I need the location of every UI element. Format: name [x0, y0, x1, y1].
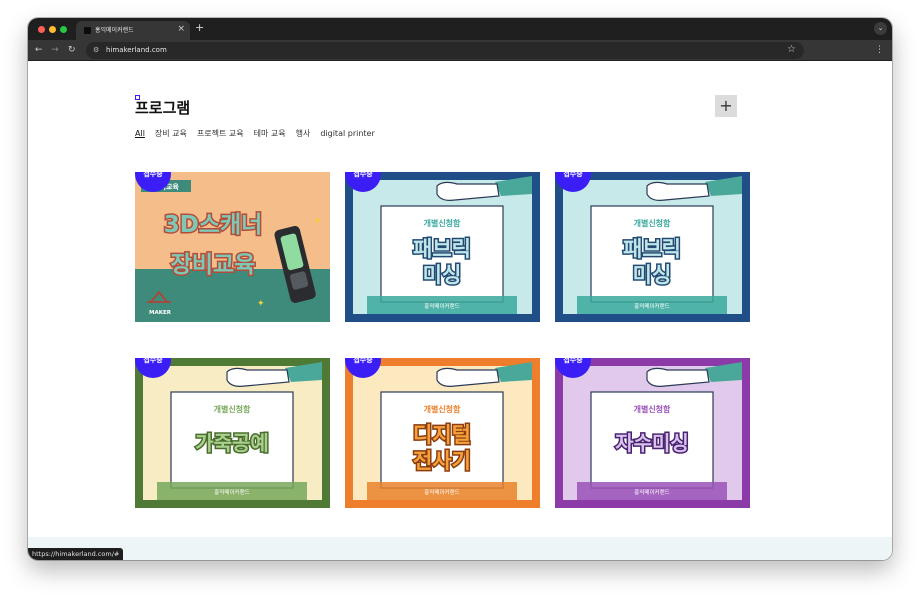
footer-band	[28, 537, 892, 560]
program-thumbnail: 장비교육 3D스캐너 장비교육 ✦ ✦ MAKER	[135, 172, 330, 322]
program-thumbnail: 개별신청함가죽공예홍익메이커랜드	[135, 358, 330, 508]
thumb-title-line1: 패브릭	[623, 237, 681, 261]
address-bar[interactable]: ⚙ himakerland.com ☆	[86, 42, 804, 59]
thumb-footer: 홍익메이커랜드	[424, 488, 459, 496]
maximize-window-button[interactable]	[60, 26, 67, 33]
new-tab-button[interactable]: +	[195, 21, 204, 35]
maker-logo: MAKER	[149, 310, 172, 316]
browser-toolbar: ← → ↻ ⚙ himakerland.com ☆ ⋮	[28, 40, 892, 61]
tab-search-icon[interactable]: ⌄	[874, 22, 887, 35]
favicon-icon	[84, 27, 91, 34]
thumb-kind: 개별신청함	[634, 404, 671, 414]
thumb-title-line2: 전사기	[413, 449, 471, 473]
thumb-kind: 개별신청함	[424, 218, 461, 228]
thumb-footer: 홍익메이커랜드	[634, 488, 669, 496]
browser-window: 홍익메이커랜드 × + ⌄ ← → ↻ ⚙ himakerland.com ☆ …	[28, 18, 892, 560]
thumb-title-line1: 패브릭	[413, 237, 471, 261]
site-settings-icon[interactable]: ⚙	[93, 44, 99, 57]
browser-menu-icon[interactable]: ⋮	[875, 43, 884, 57]
back-arrow-icon[interactable]: ←	[35, 43, 43, 57]
thumb-kind: 개별신청함	[634, 218, 671, 228]
program-card-digital-transfer[interactable]: 개별신청함 디지털 전사기 홍익메이커랜드 접수중	[345, 358, 540, 508]
thumb-footer: 홍익메이커랜드	[214, 488, 249, 496]
program-thumbnail: 개별신청함패브릭미싱홍익메이커랜드	[555, 172, 750, 322]
category-filters: All 장비 교육 프로젝트 교육 테마 교육 행사 digital print…	[135, 128, 375, 140]
filter-events[interactable]: 행사	[296, 128, 311, 140]
thumb-kind: 개별신청함	[424, 404, 461, 414]
thumb-title-line2: 장비교육	[171, 252, 256, 278]
filter-all[interactable]: All	[135, 128, 145, 140]
page-content: 프로그램 + All 장비 교육 프로젝트 교육 테마 교육 행사 digita…	[28, 61, 892, 560]
filter-digital-printer[interactable]: digital printer	[320, 128, 374, 140]
thumb-title-line1: 3D스캐너	[164, 212, 263, 238]
minimize-window-button[interactable]	[49, 26, 56, 33]
program-thumbnail: 개별신청함자수미싱홍익메이커랜드	[555, 358, 750, 508]
thumb-title-line1: 자수미싱	[615, 431, 689, 455]
page-title: 프로그램	[135, 99, 191, 117]
program-card-3d-scanner[interactable]: 장비교육 3D스캐너 장비교육 ✦ ✦ MAKER 접수중	[135, 172, 330, 322]
program-thumbnail: 개별신청함패브릭미싱홍익메이커랜드	[345, 172, 540, 322]
add-program-button[interactable]: +	[715, 95, 737, 117]
active-tab[interactable]: 홍익메이커랜드 ×	[76, 21, 190, 40]
thumb-footer: 홍익메이커랜드	[424, 302, 459, 310]
program-card-fabric-sewing-2[interactable]: 개별신청함 패브릭 미싱 홍익메이커랜드 접수중	[555, 172, 750, 322]
program-thumbnail: 개별신청함디지털전사기홍익메이커랜드	[345, 358, 540, 508]
tab-close-icon[interactable]: ×	[177, 23, 185, 35]
filter-equipment-training[interactable]: 장비 교육	[155, 128, 187, 140]
thumb-kind: 개별신청함	[214, 404, 251, 414]
program-card-fabric-sewing[interactable]: 개별신청함 패브릭 미싱 홍익메이커랜드 접수중	[345, 172, 540, 322]
link-status-bar: https://himakerland.com/#	[28, 548, 124, 560]
program-card-leathercraft[interactable]: 개별신청함 가죽공예 홍익메이커랜드 접수중	[135, 358, 330, 508]
thumb-title-line2: 미싱	[633, 263, 672, 287]
close-window-button[interactable]	[38, 26, 45, 33]
program-card-embroidery[interactable]: 개별신청함 자수미싱 홍익메이커랜드 접수중	[555, 358, 750, 508]
sparkle-icon: ✦	[313, 216, 321, 227]
forward-arrow-icon[interactable]: →	[51, 43, 59, 57]
thumb-footer: 홍익메이커랜드	[634, 302, 669, 310]
bookmark-star-icon[interactable]: ☆	[787, 43, 796, 57]
thumb-title-line1: 가죽공예	[195, 431, 269, 455]
tab-bar: 홍익메이커랜드 × + ⌄	[28, 18, 892, 40]
thumb-title-line2: 미싱	[423, 263, 462, 287]
sparkle-icon: ✦	[257, 299, 265, 309]
tab-title: 홍익메이커랜드	[95, 27, 134, 34]
reload-icon[interactable]: ↻	[68, 43, 76, 57]
filter-theme-training[interactable]: 테마 교육	[254, 128, 286, 140]
url-text[interactable]: himakerland.com	[106, 45, 167, 56]
thumb-title-line1: 디지털	[413, 423, 471, 447]
filter-project-training[interactable]: 프로젝트 교육	[197, 128, 244, 140]
